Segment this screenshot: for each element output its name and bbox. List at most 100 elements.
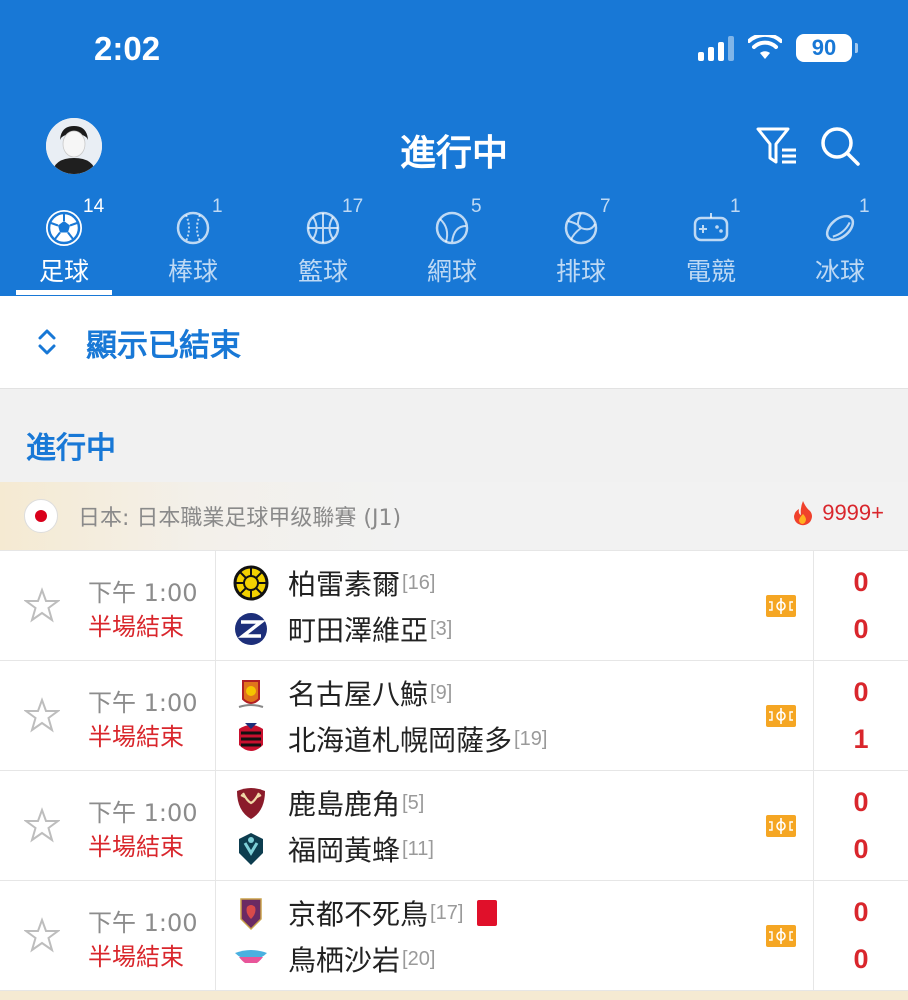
league-name: 日本: 日本職業足球甲级聯賽 (J1) [78,506,402,531]
tab-count: 1 [730,196,741,217]
app-header: 2:02 90 進行中 14 足球 1 棒球 17 籃球 5 網球 7 排球 1… [0,0,908,296]
nagoya-grampus-logo-icon [230,673,272,713]
home-score: 0 [853,567,869,597]
show-ended-label: 顯示已結束 [86,327,241,364]
home-team: 柏雷素爾 [16] [230,563,435,603]
machida-zelvia-logo-icon [230,609,272,649]
filter-icon[interactable] [754,124,800,168]
tab-count: 17 [342,196,364,217]
favorite-star-icon[interactable] [24,587,60,623]
away-team: 福岡黃蜂 [11] [230,829,434,869]
team-rank: [17] [430,901,464,924]
team-rank: [3] [430,617,453,640]
home-team: 鹿島鹿角 [5] [230,783,424,823]
favorite-star-icon[interactable] [24,917,60,953]
team-rank: [20] [402,947,436,970]
tab-count: 7 [600,196,611,217]
status-indicators: 90 [698,34,858,62]
tennis-ball-icon [435,211,469,245]
tab-count: 1 [859,196,870,217]
away-team: 北海道札幌岡薩多 [19] [230,719,547,759]
match-row[interactable]: 下午 1:00 半場結束 柏雷素爾 [16] 町田澤維亞 [3] 0 0 [0,550,908,661]
home-score: 0 [853,677,869,707]
soccer-ball-icon [46,210,82,246]
tab-tennis[interactable]: 5 網球 [397,196,507,296]
tab-hockey[interactable]: 1 冰球 [785,196,895,296]
match-status: 半場結束 [88,943,184,971]
tab-baseball[interactable]: 1 棒球 [138,196,248,296]
divider [215,771,216,881]
away-score: 0 [853,834,869,864]
live-field-icon[interactable] [766,705,796,727]
team-name: 町田澤維亞 [288,614,429,647]
show-ended-toggle[interactable]: 顯示已結束 [0,296,908,388]
wifi-icon [748,35,782,59]
tab-count: 1 [212,196,223,217]
active-tab-indicator [16,290,112,295]
kashima-antlers-logo-icon [230,783,272,823]
match-time: 下午 1:00 [88,799,198,827]
match-row[interactable]: 下午 1:00 半場結束 名古屋八鯨 [9] 北海道札幌岡薩多 [19] 0 1 [0,660,908,771]
hockey-puck-icon [825,214,855,242]
next-league-header [0,990,908,1000]
away-team: 鳥栖沙岩 [20] [230,939,435,979]
team-name: 鳥栖沙岩 [288,944,401,977]
tab-basketball[interactable]: 17 籃球 [268,196,378,296]
fire-icon [794,501,813,526]
team-rank: [19] [514,727,548,750]
team-name: 鹿島鹿角 [288,788,401,821]
sagan-tosu-logo-icon [230,939,272,979]
home-score: 0 [853,897,869,927]
match-status: 半場結束 [88,723,184,751]
live-field-icon[interactable] [766,595,796,617]
team-rank: [16] [402,571,436,594]
home-team: 名古屋八鯨 [9] [230,673,452,713]
tab-esports[interactable]: 1 電競 [656,196,766,296]
baseball-icon [176,211,210,245]
tab-label: 冰球 [814,257,865,286]
section-title: 進行中 [26,431,116,466]
match-row[interactable]: 下午 1:00 半場結束 京都不死鳥 [17] 鳥栖沙岩 [20] 0 0 [0,880,908,991]
away-score: 0 [853,614,869,644]
favorite-star-icon[interactable] [24,807,60,843]
sport-tabs: 14 足球 1 棒球 17 籃球 5 網球 7 排球 1 電競 1 冰球 [0,196,908,296]
tab-label: 網球 [426,257,477,286]
japan-flag-icon [24,499,58,533]
match-time: 下午 1:00 [88,909,198,937]
volleyball-icon [564,211,598,245]
team-rank: [9] [430,681,453,704]
hot-count: 9999+ [822,500,884,525]
tab-soccer[interactable]: 14 足球 [9,196,119,296]
match-time: 下午 1:00 [88,579,198,607]
basketball-icon [306,211,340,245]
match-time: 下午 1:00 [88,689,198,717]
tab-count: 14 [83,196,105,217]
favorite-star-icon[interactable] [24,697,60,733]
divider [215,551,216,661]
tab-label: 電競 [685,257,736,286]
kashiwa-reysol-logo-icon [230,563,272,603]
search-icon[interactable] [818,124,862,168]
consadole-sapporo-logo-icon [230,719,272,759]
home-score: 0 [853,787,869,817]
team-rank: [5] [402,791,425,814]
match-row[interactable]: 下午 1:00 半場結束 鹿島鹿角 [5] 福岡黃蜂 [11] 0 0 [0,770,908,881]
match-status: 半場結束 [88,613,184,641]
battery-indicator: 90 [796,34,858,62]
away-team: 町田澤維亞 [3] [230,609,452,649]
team-name: 北海道札幌岡薩多 [288,724,513,757]
section-header: 進行中 [0,388,908,482]
team-name: 福岡黃蜂 [288,834,401,867]
live-field-icon[interactable] [766,815,796,837]
team-name: 名古屋八鯨 [288,678,429,711]
league-header[interactable]: 日本: 日本職業足球甲级聯賽 (J1) 9999+ [0,482,908,550]
avispa-fukuoka-logo-icon [230,829,272,869]
away-score: 0 [853,944,869,974]
divider [215,881,216,991]
tab-volleyball[interactable]: 7 排球 [526,196,636,296]
status-time: 2:02 [94,30,161,67]
live-field-icon[interactable] [766,925,796,947]
tab-count: 5 [471,196,482,217]
hot-indicator: 9999+ [792,500,884,526]
away-score: 1 [853,724,869,754]
